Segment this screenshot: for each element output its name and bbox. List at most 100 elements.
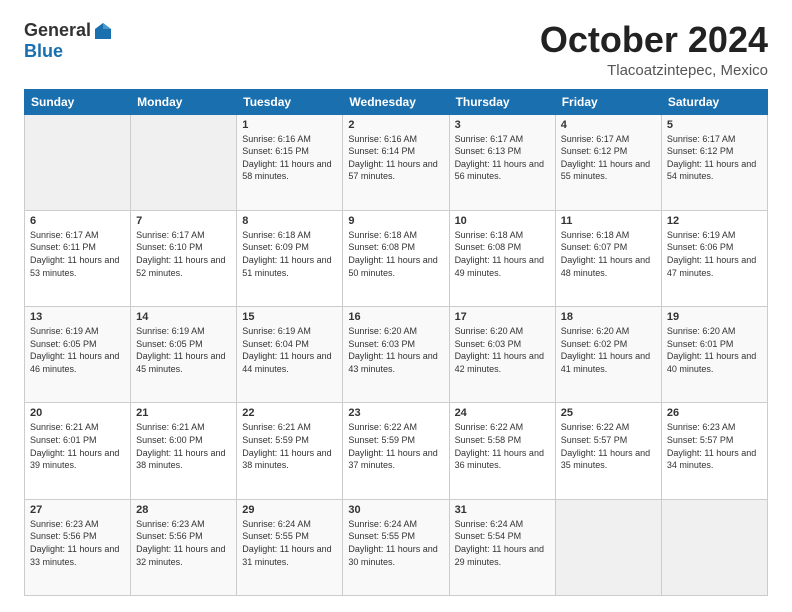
day-number: 11 xyxy=(561,215,656,227)
day-info: Sunrise: 6:22 AM Sunset: 5:58 PM Dayligh… xyxy=(455,421,550,471)
calendar-cell xyxy=(661,499,767,595)
day-info: Sunrise: 6:23 AM Sunset: 5:56 PM Dayligh… xyxy=(136,518,231,568)
day-number: 14 xyxy=(136,311,231,323)
month-title: October 2024 xyxy=(540,20,768,60)
calendar-cell: 11 Sunrise: 6:18 AM Sunset: 6:07 PM Dayli… xyxy=(555,210,661,306)
header-day-wednesday: Wednesday xyxy=(343,89,449,114)
calendar-cell xyxy=(25,114,131,210)
day-number: 22 xyxy=(242,407,337,419)
header-day-monday: Monday xyxy=(131,89,237,114)
calendar-cell: 29Sunrise: 6:24 AM Sunset: 5:55 PM Dayli… xyxy=(237,499,343,595)
calendar-cell: 26 Sunrise: 6:23 AM Sunset: 5:57 PM Dayli… xyxy=(661,403,767,499)
logo-general: General xyxy=(24,20,91,41)
header-day-friday: Friday xyxy=(555,89,661,114)
day-number: 15 xyxy=(242,311,337,323)
day-number: 9 xyxy=(348,215,443,227)
calendar-cell: 8Sunrise: 6:18 AM Sunset: 6:09 PM Daylig… xyxy=(237,210,343,306)
day-number: 10 xyxy=(455,215,550,227)
week-row-0: 1 Sunrise: 6:16 AM Sunset: 6:15 PM Daylig… xyxy=(25,114,768,210)
week-row-3: 20 Sunrise: 6:21 AM Sunset: 6:01 PM Dayli… xyxy=(25,403,768,499)
header-day-saturday: Saturday xyxy=(661,89,767,114)
calendar-cell: 25Sunrise: 6:22 AM Sunset: 5:57 PM Dayli… xyxy=(555,403,661,499)
calendar-cell xyxy=(131,114,237,210)
day-info: Sunrise: 6:23 AM Sunset: 5:57 PM Dayligh… xyxy=(667,421,762,471)
calendar-cell: 27Sunrise: 6:23 AM Sunset: 5:56 PM Dayli… xyxy=(25,499,131,595)
day-info: Sunrise: 6:21 AM Sunset: 6:00 PM Dayligh… xyxy=(136,421,231,471)
calendar-cell: 16Sunrise: 6:20 AM Sunset: 6:03 PM Dayli… xyxy=(343,307,449,403)
calendar-cell: 18 Sunrise: 6:20 AM Sunset: 6:02 PM Dayli… xyxy=(555,307,661,403)
day-info: Sunrise: 6:19 AM Sunset: 6:06 PM Dayligh… xyxy=(667,229,762,279)
week-row-1: 6 Sunrise: 6:17 AM Sunset: 6:11 PM Daylig… xyxy=(25,210,768,306)
calendar-cell: 17Sunrise: 6:20 AM Sunset: 6:03 PM Dayli… xyxy=(449,307,555,403)
day-info: Sunrise: 6:21 AM Sunset: 6:01 PM Dayligh… xyxy=(30,421,125,471)
header-day-sunday: Sunday xyxy=(25,89,131,114)
calendar-cell: 20 Sunrise: 6:21 AM Sunset: 6:01 PM Dayli… xyxy=(25,403,131,499)
day-info: Sunrise: 6:19 AM Sunset: 6:04 PM Dayligh… xyxy=(242,325,337,375)
day-info: Sunrise: 6:23 AM Sunset: 5:56 PM Dayligh… xyxy=(30,518,125,568)
day-info: Sunrise: 6:24 AM Sunset: 5:54 PM Dayligh… xyxy=(455,518,550,568)
calendar-table: SundayMondayTuesdayWednesdayThursdayFrid… xyxy=(24,89,768,596)
day-number: 31 xyxy=(455,504,550,516)
calendar-cell: 24 Sunrise: 6:22 AM Sunset: 5:58 PM Dayli… xyxy=(449,403,555,499)
day-info: Sunrise: 6:24 AM Sunset: 5:55 PM Dayligh… xyxy=(242,518,337,568)
day-number: 2 xyxy=(348,119,443,131)
day-number: 1 xyxy=(242,119,337,131)
day-number: 19 xyxy=(667,311,762,323)
day-info: Sunrise: 6:18 AM Sunset: 6:08 PM Dayligh… xyxy=(455,229,550,279)
day-info: Sunrise: 6:19 AM Sunset: 6:05 PM Dayligh… xyxy=(30,325,125,375)
logo-blue: Blue xyxy=(24,41,63,62)
day-info: Sunrise: 6:17 AM Sunset: 6:13 PM Dayligh… xyxy=(455,133,550,183)
day-info: Sunrise: 6:16 AM Sunset: 6:14 PM Dayligh… xyxy=(348,133,443,183)
calendar-body: 1 Sunrise: 6:16 AM Sunset: 6:15 PM Daylig… xyxy=(25,114,768,595)
day-info: Sunrise: 6:20 AM Sunset: 6:01 PM Dayligh… xyxy=(667,325,762,375)
calendar-cell: 7 Sunrise: 6:17 AM Sunset: 6:10 PM Daylig… xyxy=(131,210,237,306)
calendar-header-row: SundayMondayTuesdayWednesdayThursdayFrid… xyxy=(25,89,768,114)
week-row-2: 13 Sunrise: 6:19 AM Sunset: 6:05 PM Dayli… xyxy=(25,307,768,403)
page: General Blue October 2024 Tlacoatzintepe… xyxy=(0,0,792,612)
week-row-4: 27Sunrise: 6:23 AM Sunset: 5:56 PM Dayli… xyxy=(25,499,768,595)
day-info: Sunrise: 6:18 AM Sunset: 6:07 PM Dayligh… xyxy=(561,229,656,279)
day-number: 21 xyxy=(136,407,231,419)
day-number: 13 xyxy=(30,311,125,323)
calendar-cell: 12Sunrise: 6:19 AM Sunset: 6:06 PM Dayli… xyxy=(661,210,767,306)
header: General Blue October 2024 Tlacoatzintepe… xyxy=(24,20,768,79)
header-day-thursday: Thursday xyxy=(449,89,555,114)
calendar-cell xyxy=(555,499,661,595)
day-number: 5 xyxy=(667,119,762,131)
calendar-cell: 23 Sunrise: 6:22 AM Sunset: 5:59 PM Dayli… xyxy=(343,403,449,499)
day-number: 18 xyxy=(561,311,656,323)
calendar-cell: 21 Sunrise: 6:21 AM Sunset: 6:00 PM Dayli… xyxy=(131,403,237,499)
day-number: 24 xyxy=(455,407,550,419)
calendar-cell: 28 Sunrise: 6:23 AM Sunset: 5:56 PM Dayli… xyxy=(131,499,237,595)
logo-icon xyxy=(93,21,113,41)
day-info: Sunrise: 6:17 AM Sunset: 6:11 PM Dayligh… xyxy=(30,229,125,279)
logo-text: General xyxy=(24,20,113,41)
day-number: 6 xyxy=(30,215,125,227)
day-number: 26 xyxy=(667,407,762,419)
day-number: 20 xyxy=(30,407,125,419)
day-info: Sunrise: 6:20 AM Sunset: 6:02 PM Dayligh… xyxy=(561,325,656,375)
day-info: Sunrise: 6:17 AM Sunset: 6:10 PM Dayligh… xyxy=(136,229,231,279)
day-info: Sunrise: 6:21 AM Sunset: 5:59 PM Dayligh… xyxy=(242,421,337,471)
calendar-cell: 31 Sunrise: 6:24 AM Sunset: 5:54 PM Dayli… xyxy=(449,499,555,595)
day-number: 30 xyxy=(348,504,443,516)
calendar-cell: 15 Sunrise: 6:19 AM Sunset: 6:04 PM Dayli… xyxy=(237,307,343,403)
day-number: 28 xyxy=(136,504,231,516)
day-info: Sunrise: 6:24 AM Sunset: 5:55 PM Dayligh… xyxy=(348,518,443,568)
day-info: Sunrise: 6:22 AM Sunset: 5:59 PM Dayligh… xyxy=(348,421,443,471)
calendar-cell: 5Sunrise: 6:17 AM Sunset: 6:12 PM Daylig… xyxy=(661,114,767,210)
day-number: 4 xyxy=(561,119,656,131)
calendar-cell: 3Sunrise: 6:17 AM Sunset: 6:13 PM Daylig… xyxy=(449,114,555,210)
calendar-cell: 30 Sunrise: 6:24 AM Sunset: 5:55 PM Dayli… xyxy=(343,499,449,595)
calendar-cell: 6 Sunrise: 6:17 AM Sunset: 6:11 PM Daylig… xyxy=(25,210,131,306)
day-number: 7 xyxy=(136,215,231,227)
calendar-cell: 14Sunrise: 6:19 AM Sunset: 6:05 PM Dayli… xyxy=(131,307,237,403)
day-number: 23 xyxy=(348,407,443,419)
calendar-cell: 13 Sunrise: 6:19 AM Sunset: 6:05 PM Dayli… xyxy=(25,307,131,403)
day-info: Sunrise: 6:22 AM Sunset: 5:57 PM Dayligh… xyxy=(561,421,656,471)
day-info: Sunrise: 6:20 AM Sunset: 6:03 PM Dayligh… xyxy=(455,325,550,375)
day-info: Sunrise: 6:20 AM Sunset: 6:03 PM Dayligh… xyxy=(348,325,443,375)
day-info: Sunrise: 6:16 AM Sunset: 6:15 PM Dayligh… xyxy=(242,133,337,183)
calendar-cell: 10 Sunrise: 6:18 AM Sunset: 6:08 PM Dayli… xyxy=(449,210,555,306)
calendar-cell: 19 Sunrise: 6:20 AM Sunset: 6:01 PM Dayli… xyxy=(661,307,767,403)
